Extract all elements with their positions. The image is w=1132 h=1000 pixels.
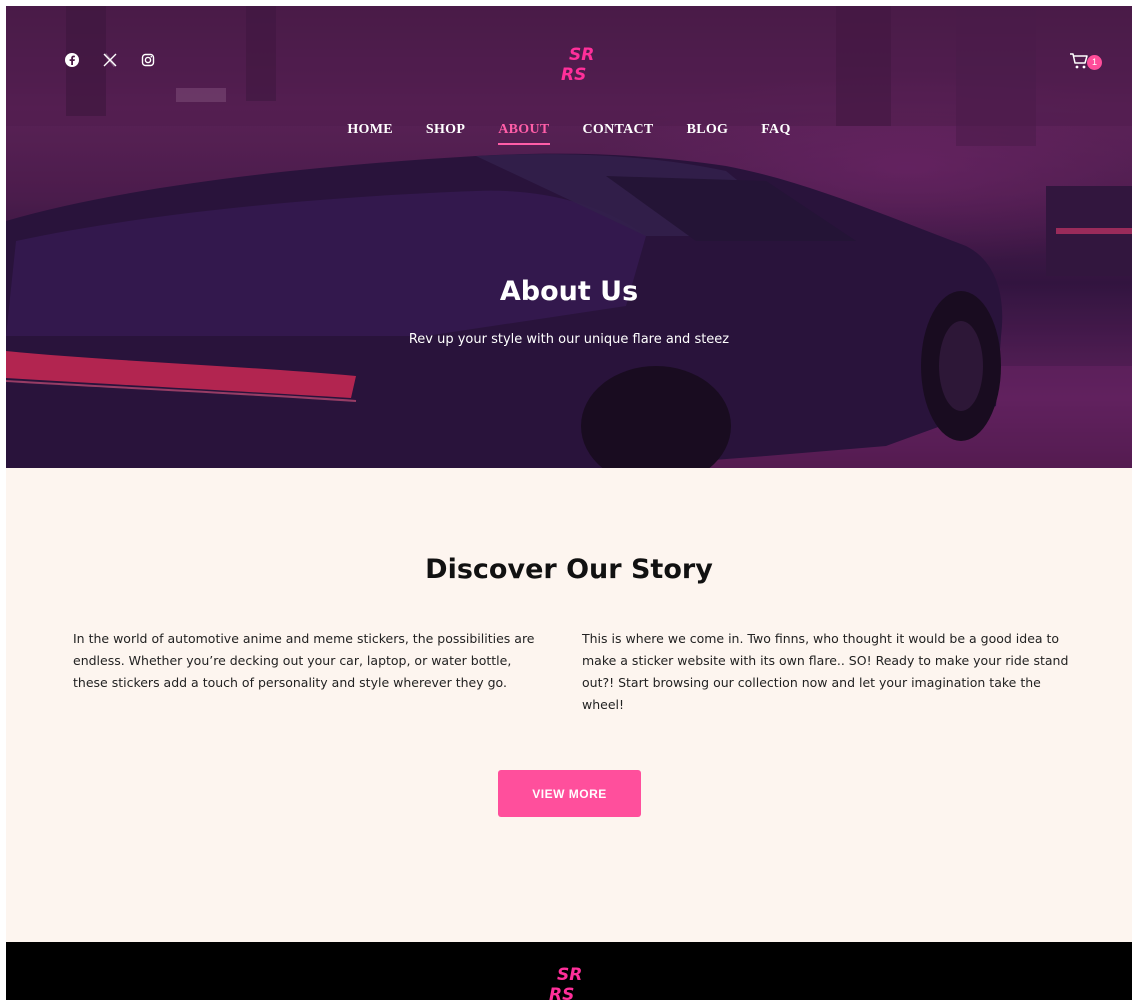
nav-home[interactable]: HOME — [347, 122, 393, 142]
footer-logo[interactable]: SR RS — [547, 962, 591, 1000]
x-icon[interactable] — [102, 52, 118, 68]
svg-text:RS: RS — [549, 985, 574, 1000]
svg-text:RS: RS — [561, 65, 586, 84]
footer: SR RS — [6, 942, 1132, 1000]
story-section: Discover Our Story In the world of autom… — [6, 468, 1132, 942]
story-text-right: This is where we come in. Two finns, who… — [582, 631, 1069, 712]
svg-text:SR: SR — [569, 45, 594, 65]
nav-contact[interactable]: CONTACT — [583, 122, 654, 142]
view-more-button[interactable]: VIEW MORE — [498, 770, 641, 817]
nav-about[interactable]: ABOUT — [498, 122, 550, 145]
hero-subtitle: Rev up your style with our unique flare … — [408, 332, 730, 347]
story-text-left: In the world of automotive anime and mem… — [73, 631, 535, 690]
hero-banner: SR RS 1 HOME SHOP ABOUT CONTACT BLOG FAQ… — [6, 6, 1132, 468]
srrs-logo[interactable]: SR RS — [559, 42, 603, 84]
cart-icon — [1070, 53, 1088, 69]
facebook-icon[interactable] — [64, 52, 80, 68]
nav-shop[interactable]: SHOP — [426, 122, 465, 142]
cart-count-badge: 1 — [1087, 54, 1102, 70]
nav-blog[interactable]: BLOG — [687, 122, 729, 142]
svg-text:SR: SR — [557, 965, 582, 985]
instagram-icon[interactable] — [140, 52, 156, 68]
nav-faq[interactable]: FAQ — [761, 122, 790, 142]
main-nav: HOME SHOP ABOUT CONTACT BLOG FAQ — [6, 122, 1132, 145]
page-title: About Us — [499, 276, 639, 307]
cart-button[interactable]: 1 — [1069, 52, 1102, 70]
social-links — [64, 52, 156, 68]
page: SR RS 1 HOME SHOP ABOUT CONTACT BLOG FAQ… — [0, 0, 1132, 1000]
story-title: Discover Our Story — [425, 554, 713, 585]
